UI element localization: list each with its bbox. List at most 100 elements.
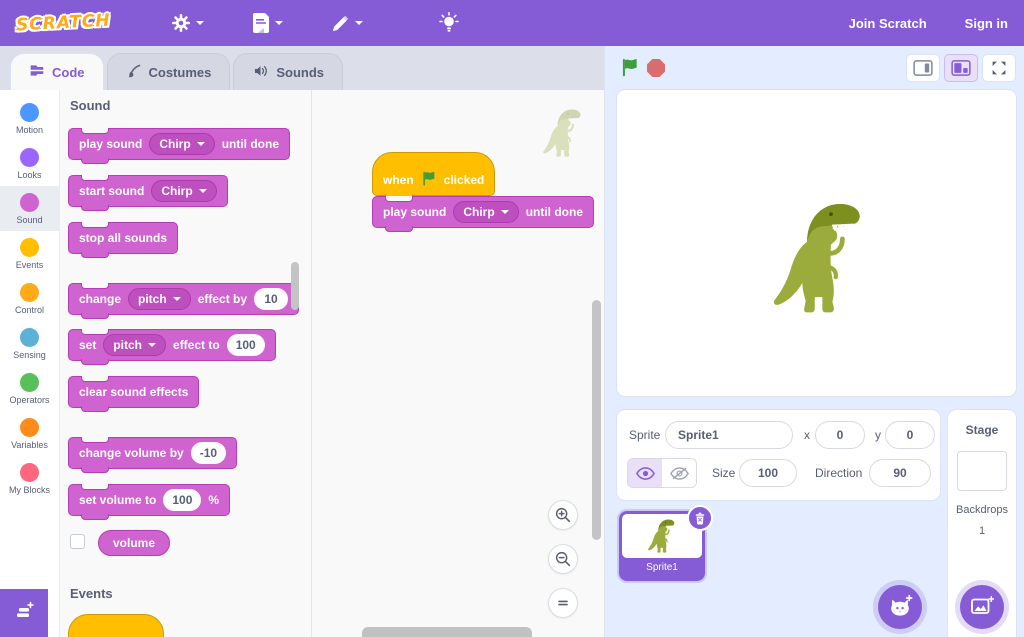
x-position-input[interactable]: 0 — [815, 421, 865, 449]
sensing-color-dot — [20, 328, 39, 347]
direction-input[interactable]: 90 — [869, 459, 931, 487]
add-extension-button[interactable] — [0, 589, 48, 637]
sprite-card-sprite1[interactable]: Sprite1 — [619, 511, 705, 581]
join-scratch-link[interactable]: Join Scratch — [849, 16, 927, 31]
edit-menu[interactable] — [331, 14, 363, 33]
number-input[interactable]: -10 — [191, 442, 226, 464]
code-blocks-icon — [29, 63, 45, 81]
y-position-input[interactable]: 0 — [885, 421, 935, 449]
sign-in-link[interactable]: Sign in — [965, 16, 1008, 31]
stop-button[interactable] — [643, 55, 669, 81]
block-change-volume[interactable]: change volume by -10 — [68, 437, 237, 469]
sound-color-dot — [20, 193, 39, 212]
backdrop-thumbnail[interactable] — [957, 451, 1007, 491]
gear-icon — [171, 13, 191, 33]
block-when-flag-clicked-palette[interactable] — [68, 614, 164, 637]
tab-costumes[interactable]: Costumes — [107, 53, 231, 90]
dinosaur-sprite[interactable] — [767, 196, 872, 325]
control-color-dot — [20, 283, 39, 302]
category-operators[interactable]: Operators — [0, 366, 59, 411]
show-sprite-button[interactable] — [628, 459, 662, 487]
size-label: Size — [712, 466, 735, 480]
tab-sounds[interactable]: Sounds — [233, 53, 343, 90]
add-backdrop-button[interactable] — [960, 585, 1004, 629]
stage-panel-title: Stage — [966, 423, 999, 437]
chevron-down-icon — [148, 343, 156, 347]
block-set-pitch-effect[interactable]: set pitch effect to 100 — [68, 329, 276, 361]
number-input[interactable]: 100 — [163, 489, 201, 511]
sprite-info-panel: Sprite Sprite1 x 0 y 0 — [617, 410, 940, 500]
effect-dropdown[interactable]: pitch — [128, 288, 191, 310]
sound-dropdown[interactable]: Chirp — [453, 201, 518, 223]
tab-costumes-label: Costumes — [149, 65, 212, 80]
speaker-icon — [252, 63, 269, 82]
block-change-pitch-effect[interactable]: change pitch effect by 10 — [68, 283, 299, 315]
zoom-reset-button[interactable] — [548, 588, 578, 618]
backdrops-label: Backdrops — [956, 504, 1008, 516]
stage-header — [617, 46, 1016, 90]
menu-bar: SCRATCH — [0, 0, 1024, 46]
settings-menu[interactable] — [171, 13, 204, 33]
tab-strip: Code Costumes Sounds — [0, 46, 604, 90]
volume-monitor-checkbox[interactable] — [70, 534, 85, 549]
category-myblocks[interactable]: My Blocks — [0, 456, 59, 501]
looks-color-dot — [20, 148, 39, 167]
palette-section-sound: Sound — [70, 98, 110, 113]
category-variables[interactable]: Variables — [0, 411, 59, 456]
number-input[interactable]: 10 — [254, 288, 288, 310]
block-stop-all-sounds[interactable]: stop all sounds — [68, 222, 178, 254]
palette-scrollbar[interactable] — [291, 262, 299, 310]
code-canvas[interactable]: when clicked play sound Chirp — [312, 90, 604, 637]
sprite-name-input[interactable]: Sprite1 — [665, 421, 793, 449]
category-sound[interactable]: Sound — [0, 186, 59, 231]
hide-sprite-button[interactable] — [662, 459, 696, 487]
tab-code[interactable]: Code — [10, 53, 104, 90]
category-looks[interactable]: Looks — [0, 141, 59, 186]
backdrops-count: 1 — [979, 525, 985, 537]
stage-pane: Sprite Sprite1 x 0 y 0 — [604, 46, 1024, 637]
category-control[interactable]: Control — [0, 276, 59, 321]
block-play-sound-until-done[interactable]: play sound Chirp until done — [68, 128, 290, 160]
sound-dropdown[interactable]: Chirp — [149, 133, 214, 155]
operators-color-dot — [20, 373, 39, 392]
delete-sprite-button[interactable] — [687, 505, 713, 531]
fullscreen-button[interactable] — [982, 54, 1016, 82]
paintbrush-icon — [126, 63, 142, 82]
show-hide-toggle — [627, 458, 697, 488]
zoom-out-button[interactable] — [548, 544, 578, 574]
effect-dropdown[interactable]: pitch — [103, 334, 166, 356]
scratch-logo[interactable]: SCRATCH — [16, 11, 112, 36]
script-play-sound-until-done[interactable]: play sound Chirp until done — [372, 196, 594, 228]
motion-color-dot — [20, 103, 39, 122]
y-label: y — [875, 428, 881, 442]
category-events[interactable]: Events — [0, 231, 59, 276]
number-input[interactable]: 100 — [227, 334, 265, 356]
sprite-label: Sprite — [629, 428, 660, 442]
stop-octagon-icon — [647, 59, 665, 77]
code-vertical-scrollbar[interactable] — [592, 300, 601, 540]
block-volume-reporter[interactable]: volume — [98, 530, 170, 556]
green-flag-button[interactable] — [617, 55, 643, 81]
stage[interactable] — [617, 90, 1016, 396]
block-start-sound[interactable]: start sound Chirp — [68, 175, 228, 207]
small-stage-button[interactable] — [906, 54, 940, 82]
add-sprite-button[interactable] — [878, 585, 922, 629]
script-when-flag-clicked[interactable]: when clicked — [372, 152, 495, 196]
sprite-list: Sprite1 — [617, 500, 940, 637]
block-set-volume[interactable]: set volume to 100 % — [68, 484, 230, 516]
zoom-in-button[interactable] — [548, 500, 578, 530]
file-menu[interactable] — [252, 13, 283, 33]
code-horizontal-scrollbar[interactable] — [362, 627, 532, 637]
stage-selector-panel[interactable]: Stage Backdrops 1 — [948, 410, 1016, 637]
palette-section-events: Events — [70, 586, 113, 601]
category-sensing[interactable]: Sensing — [0, 321, 59, 366]
chevron-down-icon — [501, 210, 509, 214]
tab-code-label: Code — [52, 65, 85, 80]
block-clear-sound-effects[interactable]: clear sound effects — [68, 376, 199, 408]
large-stage-button[interactable] — [944, 54, 978, 82]
chevron-down-icon — [355, 21, 363, 25]
tutorials-menu[interactable] — [439, 12, 459, 34]
sound-dropdown[interactable]: Chirp — [151, 180, 216, 202]
size-input[interactable]: 100 — [739, 459, 797, 487]
category-motion[interactable]: Motion — [0, 96, 59, 141]
